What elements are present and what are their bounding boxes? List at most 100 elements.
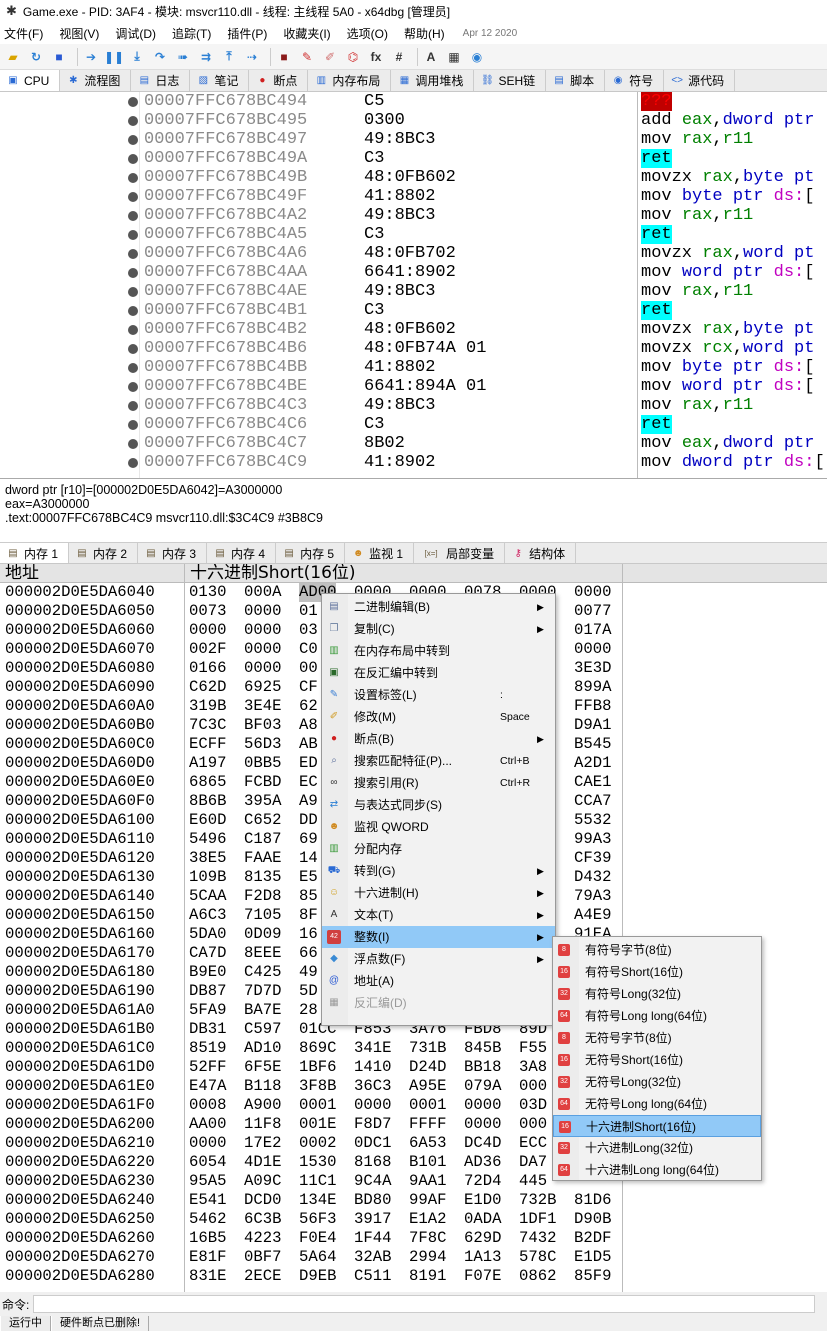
tab-dump-3[interactable]: ▤ 内存 3: [138, 543, 208, 563]
dump-value[interactable]: 79A3: [574, 887, 611, 906]
submenu-item-signed-byte[interactable]: 8 有符号字节(8位): [553, 939, 761, 961]
menu-item[interactable]: 追踪(T): [172, 25, 211, 42]
menu-item-float[interactable]: ◆ 浮点数(F) ▶: [322, 948, 555, 970]
dump-value[interactable]: 5496: [189, 830, 226, 849]
dump-value[interactable]: 99A3: [574, 830, 611, 849]
disasm-row[interactable]: 00007FFC678BC4AA 6641:8902 mov word ptr ds…: [0, 263, 827, 282]
tab-watch-6[interactable]: ☻ 监视 1: [345, 543, 415, 563]
dump-value[interactable]: B118: [244, 1077, 281, 1096]
dump-value[interactable]: ECFF: [189, 735, 226, 754]
dump-value[interactable]: F0E4: [299, 1229, 336, 1248]
breakpoint-dot-icon[interactable]: [128, 458, 138, 468]
dump-value[interactable]: FCBD: [244, 773, 281, 792]
dump-value[interactable]: 5532: [574, 811, 611, 830]
dump-value[interactable]: 0000: [354, 1096, 391, 1115]
tab-dump-4[interactable]: ▤ 内存 4: [207, 543, 277, 563]
dump-value[interactable]: E47A: [189, 1077, 226, 1096]
dump-value[interactable]: C511: [354, 1267, 391, 1286]
dump-value[interactable]: 16: [299, 925, 318, 944]
step-into-icon[interactable]: ⤓: [128, 48, 146, 66]
breakpoint-dot-icon[interactable]: [128, 249, 138, 259]
dump-value[interactable]: DA7: [519, 1153, 547, 1172]
disasm-row[interactable]: 00007FFC678BC4A6 48:0FB702 movzx rax,word …: [0, 244, 827, 263]
breakpoint-dot-icon[interactable]: [128, 268, 138, 278]
disasm-row[interactable]: 00007FFC678BC4A5 C3 ret: [0, 225, 827, 244]
format-column-header[interactable]: 十六进制Short(16位): [190, 564, 356, 583]
dump-value[interactable]: 01: [299, 602, 318, 621]
dump-value[interactable]: E60D: [189, 811, 226, 830]
dump-value[interactable]: 9AA1: [409, 1172, 446, 1191]
dump-value[interactable]: D24D: [409, 1058, 446, 1077]
dump-row[interactable]: 000002D0E5DA6270 E81F 0BF7 5A64 32AB 2994 1A13…: [0, 1248, 827, 1267]
disasm-row[interactable]: 00007FFC678BC4B2 48:0FB602 movzx rax,byte …: [0, 320, 827, 339]
dump-value[interactable]: 7105: [244, 906, 281, 925]
dump-value[interactable]: 66: [299, 944, 318, 963]
dump-value[interactable]: 03: [299, 621, 318, 640]
dump-value[interactable]: 7432: [519, 1229, 556, 1248]
dump-value[interactable]: 49: [299, 963, 318, 982]
menu-item[interactable]: 收藏夹(I): [283, 25, 330, 42]
dump-value[interactable]: E81F: [189, 1248, 226, 1267]
dump-value[interactable]: 56D3: [244, 735, 281, 754]
dump-value[interactable]: 0000: [574, 583, 611, 602]
submenu-item-unsigned-short[interactable]: 16 无符号Short(16位): [553, 1049, 761, 1071]
menu-item-modify[interactable]: ✐ 修改(M) Space: [322, 706, 555, 728]
dump-value[interactable]: DD: [299, 811, 318, 830]
dump-value[interactable]: 5462: [189, 1210, 226, 1229]
dump-value[interactable]: 0ADA: [464, 1210, 501, 1229]
menu-item-allocate-memory[interactable]: ▥ 分配内存: [322, 838, 555, 860]
tab-locals-7[interactable]: [x=] 局部变量: [414, 543, 506, 563]
breakpoint-dot-icon[interactable]: [128, 325, 138, 335]
hash-icon[interactable]: #: [390, 48, 408, 66]
menu-item-watch[interactable]: ☻ 监视 QWORD: [322, 816, 555, 838]
dump-value[interactable]: 000: [519, 1115, 547, 1134]
breakpoint-dot-icon[interactable]: [128, 97, 138, 107]
open-icon[interactable]: ▰: [4, 48, 22, 66]
dump-value[interactable]: 62: [299, 697, 318, 716]
dump-value[interactable]: F07E: [464, 1267, 501, 1286]
dump-value[interactable]: B2DF: [574, 1229, 611, 1248]
trace-over-icon[interactable]: ⇉: [197, 48, 215, 66]
scylla-icon[interactable]: ■: [275, 48, 293, 66]
dump-value[interactable]: CA7D: [189, 944, 226, 963]
tab-breakpoint[interactable]: ● 断点: [249, 70, 309, 91]
disasm-row[interactable]: 00007FFC678BC4C3 49:8BC3 mov rax,r11: [0, 396, 827, 415]
comment-icon[interactable]: ✐: [321, 48, 339, 66]
disasm-row[interactable]: 00007FFC678BC4BE 6641:894A 01 mov word ptr…: [0, 377, 827, 396]
dump-value[interactable]: F2D8: [244, 887, 281, 906]
dump-value[interactable]: 6054: [189, 1153, 226, 1172]
dump-value[interactable]: EC: [299, 773, 318, 792]
dump-value[interactable]: E541: [189, 1191, 226, 1210]
dump-value[interactable]: 0130: [189, 583, 226, 602]
dump-value[interactable]: 2ECE: [244, 1267, 281, 1286]
dump-value[interactable]: A09C: [244, 1172, 281, 1191]
menu-item[interactable]: 插件(P): [227, 25, 267, 42]
dump-value[interactable]: A6C3: [189, 906, 226, 925]
dump-value[interactable]: 2994: [409, 1248, 446, 1267]
dump-value[interactable]: 3E4E: [244, 697, 281, 716]
dump-value[interactable]: 1DF1: [519, 1210, 556, 1229]
dump-value[interactable]: 732B: [519, 1191, 556, 1210]
disasm-row[interactable]: 00007FFC678BC49A C3 ret: [0, 149, 827, 168]
dump-value[interactable]: 5FA9: [189, 1001, 226, 1020]
disasm-row[interactable]: 00007FFC678BC497 49:8BC3 mov rax,r11: [0, 130, 827, 149]
disasm-row[interactable]: 00007FFC678BC49B 48:0FB602 movzx rax,byte …: [0, 168, 827, 187]
disasm-row[interactable]: 00007FFC678BC4B1 C3 ret: [0, 301, 827, 320]
menu-item-label[interactable]: ✎ 设置标签(L):: [322, 684, 555, 706]
breakpoint-dot-icon[interactable]: [128, 135, 138, 145]
dump-value[interactable]: 0000: [574, 640, 611, 659]
dump-value[interactable]: F55: [519, 1039, 547, 1058]
submenu-item-hex-long[interactable]: 32 十六进制Long(32位): [553, 1137, 761, 1159]
dump-value[interactable]: CAE1: [574, 773, 611, 792]
dump-value[interactable]: A95E: [409, 1077, 446, 1096]
menu-item[interactable]: 调试(D): [115, 25, 156, 42]
breakpoint-dot-icon[interactable]: [128, 211, 138, 221]
disasm-row[interactable]: 00007FFC678BC4C9 41:8902 mov dword ptr ds:…: [0, 453, 827, 472]
tab-source[interactable]: <> 源代码: [664, 70, 736, 91]
dump-value[interactable]: 81D6: [574, 1191, 611, 1210]
dump-value[interactable]: DB31: [189, 1020, 226, 1039]
dump-value[interactable]: 0000: [244, 602, 281, 621]
dump-value[interactable]: 5DA0: [189, 925, 226, 944]
dump-value[interactable]: 0000: [244, 640, 281, 659]
dump-value[interactable]: 95A5: [189, 1172, 226, 1191]
